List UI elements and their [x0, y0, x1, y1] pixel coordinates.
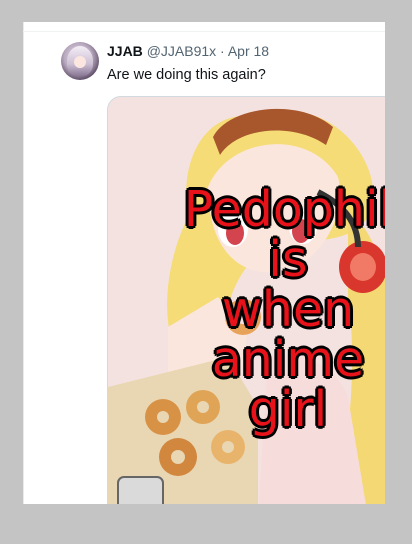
handle[interactable]: @JJAB91x — [147, 43, 216, 59]
tweet-header: JJAB @JJAB91x · Apr 18 — [107, 42, 269, 60]
top-divider — [23, 31, 385, 32]
separator: · — [220, 43, 225, 59]
avatar[interactable] — [61, 42, 99, 80]
caption-line: Pedophil — [183, 181, 385, 238]
thread-divider — [23, 22, 24, 504]
tweet-image[interactable]: Pedophil is when anime girl — [107, 96, 385, 504]
meme-caption: Pedophil is when anime girl — [108, 185, 385, 435]
display-name[interactable]: JJAB — [107, 43, 143, 59]
avatar-face — [74, 56, 86, 68]
timestamp[interactable]: Apr 18 — [228, 43, 269, 59]
caption-line: when — [221, 281, 355, 338]
caption-line: girl — [248, 381, 328, 438]
tweet-text: Are we doing this again? — [107, 67, 266, 83]
caption-line: is — [268, 231, 308, 288]
tweet-panel: JJAB @JJAB91x · Apr 18 Are we doing this… — [23, 22, 385, 504]
caption-line: anime — [211, 331, 365, 388]
